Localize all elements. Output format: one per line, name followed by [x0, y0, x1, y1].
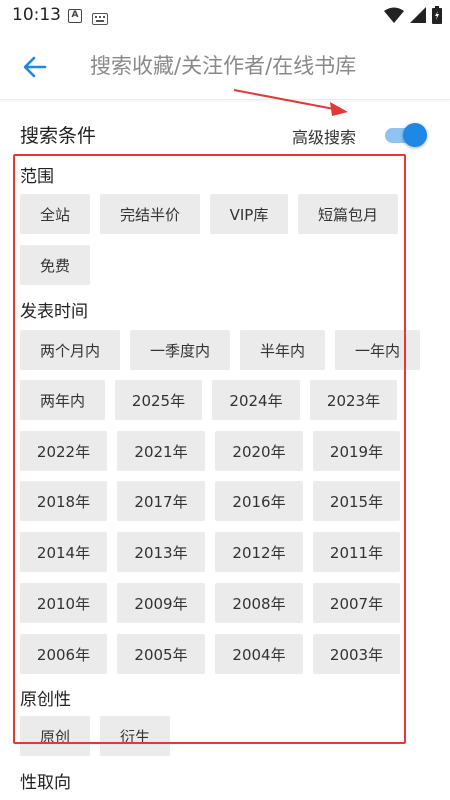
chip-time-one-year[interactable]: 一年内: [335, 330, 420, 370]
chip-year-2019[interactable]: 2019年: [313, 431, 400, 471]
toggle-thumb: [403, 123, 427, 147]
chip-year-2011[interactable]: 2011年: [313, 532, 400, 572]
chip-scope-vip[interactable]: VIP库: [210, 194, 288, 234]
status-icons: [384, 6, 442, 28]
keyboard-icon: [92, 10, 108, 29]
status-bar: 10:13 A: [0, 0, 450, 32]
status-time: 10:13: [12, 5, 61, 25]
signal-icon: [410, 7, 426, 27]
chip-year-2016[interactable]: 2016年: [215, 481, 303, 521]
chip-year-2006[interactable]: 2006年: [20, 634, 107, 674]
chip-scope-free[interactable]: 免费: [20, 245, 90, 285]
chip-year-2012[interactable]: 2012年: [215, 532, 303, 572]
chip-time-two-months[interactable]: 两个月内: [20, 330, 120, 370]
chip-year-2010[interactable]: 2010年: [20, 583, 107, 623]
chip-scope-short-monthly[interactable]: 短篇包月: [298, 194, 398, 234]
chip-year-2007[interactable]: 2007年: [313, 583, 400, 623]
chip-year-2009[interactable]: 2009年: [117, 583, 205, 623]
chip-year-2003[interactable]: 2003年: [313, 634, 400, 674]
chip-year-2022[interactable]: 2022年: [20, 431, 107, 471]
chip-year-2004[interactable]: 2004年: [215, 634, 303, 674]
chip-year-2023[interactable]: 2023年: [310, 380, 397, 420]
annotation-arrow-icon: [233, 89, 348, 116]
advanced-search-label: 高级搜索: [292, 128, 357, 147]
search-input[interactable]: [90, 48, 430, 84]
chip-year-2025[interactable]: 2025年: [115, 380, 202, 420]
chip-scope-all[interactable]: 全站: [20, 194, 90, 234]
advanced-search-toggle[interactable]: [383, 122, 427, 148]
chip-time-half-year[interactable]: 半年内: [240, 330, 325, 370]
arrow-left-icon: [23, 56, 47, 78]
section-label-originality: 原创性: [20, 690, 71, 710]
chip-year-2021[interactable]: 2021年: [117, 431, 205, 471]
section-label-orientation: 性取向: [20, 773, 71, 793]
chip-year-2014[interactable]: 2014年: [20, 532, 107, 572]
wifi-icon: [384, 7, 404, 27]
chip-year-2017[interactable]: 2017年: [117, 481, 205, 521]
chip-original[interactable]: 原创: [20, 716, 90, 756]
chip-year-2018[interactable]: 2018年: [20, 481, 107, 521]
search-conditions-title: 搜索条件: [20, 125, 97, 147]
chip-year-2020[interactable]: 2020年: [215, 431, 303, 471]
back-button[interactable]: [18, 50, 52, 84]
chip-year-2005[interactable]: 2005年: [117, 634, 205, 674]
battery-icon: [432, 6, 442, 28]
section-label-scope: 范围: [20, 167, 54, 187]
chip-year-2024[interactable]: 2024年: [212, 380, 300, 420]
chip-time-one-quarter[interactable]: 一季度内: [130, 330, 230, 370]
section-label-publish-time: 发表时间: [20, 302, 88, 322]
chip-year-2008[interactable]: 2008年: [215, 583, 303, 623]
chip-year-2013[interactable]: 2013年: [117, 532, 205, 572]
chip-derivative[interactable]: 衍生: [100, 716, 170, 756]
notification-a-icon: A: [68, 9, 82, 23]
chip-scope-finished-half-price[interactable]: 完结半价: [100, 194, 200, 234]
chip-year-2015[interactable]: 2015年: [313, 481, 400, 521]
app-bar: [0, 32, 450, 100]
chip-time-two-years[interactable]: 两年内: [20, 380, 105, 420]
